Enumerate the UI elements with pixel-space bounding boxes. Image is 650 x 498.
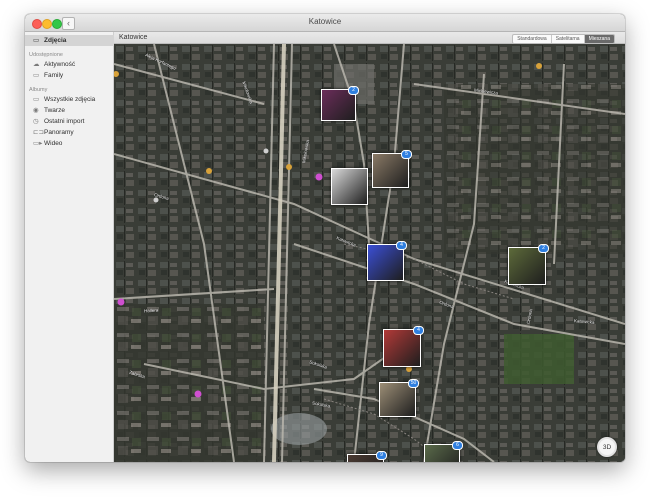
map-mode-satellite[interactable]: Satelitarna xyxy=(550,35,584,43)
sidebar-item-last-import[interactable]: ◷ Ostatni import xyxy=(33,116,84,127)
photo-pin[interactable]: 9 xyxy=(347,451,387,462)
sidebar-item-label: Family xyxy=(44,72,64,79)
photo-pin[interactable] xyxy=(331,168,368,205)
photo-count-badge: 2 xyxy=(348,86,359,95)
sidebar-item-label: Panoramy xyxy=(44,129,74,136)
sidebar-item-panoramas[interactable]: ⊏⊐Panoramy xyxy=(33,127,74,138)
photos-icon: ▭ xyxy=(33,37,40,44)
photo-pin[interactable]: 4 xyxy=(383,326,424,367)
sidebar-item-activity[interactable]: ☁ Aktywność xyxy=(33,59,75,70)
clock-icon: ◷ xyxy=(33,118,39,125)
photo-pin[interactable]: 50 xyxy=(379,379,419,417)
panorama-icon: ⊏⊐ xyxy=(33,129,44,136)
3d-compass-button[interactable]: 3D xyxy=(597,437,617,457)
map-mode-hybrid[interactable]: Mieszana xyxy=(583,35,614,43)
map-toolbar: Katowice Standardowa Satelitarna Mieszan… xyxy=(114,32,625,44)
urban-area xyxy=(114,304,264,462)
sidebar-item-label: Twarze xyxy=(44,107,65,114)
photo-pin[interactable]: 5 xyxy=(372,150,412,188)
photo-count-badge: 50 xyxy=(408,379,419,388)
photo-pin[interactable]: 2 xyxy=(508,244,549,285)
sidebar-item-label: Ostatni import xyxy=(44,118,85,125)
photo-count-badge: 2 xyxy=(538,244,549,253)
photo-pin[interactable]: 4 xyxy=(367,241,407,281)
albums-section-header: Albumy xyxy=(29,87,48,93)
photo-pin[interactable]: 2 xyxy=(321,86,359,121)
photo-count-badge: 5 xyxy=(401,150,412,159)
cloud-icon: ☁ xyxy=(33,61,40,68)
sidebar-item-label: Zdjęcia xyxy=(44,37,67,44)
map-title: Katowice xyxy=(119,34,148,41)
album-icon: ▭ xyxy=(33,96,40,103)
sidebar: ▭ Zdjęcia Udostępnione ☁ Aktywność ▭ Family… xyxy=(25,32,114,462)
shared-album-icon: ▭ xyxy=(33,72,40,79)
photo-count-badge: 4 xyxy=(396,241,407,250)
sidebar-item-photos[interactable]: ▭ Zdjęcia xyxy=(33,35,66,46)
sidebar-item-faces[interactable]: ◉ Twarze xyxy=(33,105,65,116)
map-mode-standard[interactable]: Standardowa xyxy=(513,35,550,43)
photo-count-badge: 6 xyxy=(452,441,463,450)
photo-count-badge: 4 xyxy=(413,326,424,335)
sports-field xyxy=(504,334,574,384)
sidebar-item-videos[interactable]: ▭▸ Wideo xyxy=(33,138,62,149)
sidebar-item-label: Aktywność xyxy=(44,61,76,68)
photos-window: ‹ Katowice ▭ Zdjęcia Udostępnione ☁ Aktywn… xyxy=(25,14,625,462)
window-title: Katowice xyxy=(308,17,342,26)
sidebar-item-family[interactable]: ▭ Family xyxy=(33,70,63,81)
shared-section-header: Udostępnione xyxy=(29,52,63,58)
title-bar: ‹ Katowice xyxy=(25,14,625,32)
face-icon: ◉ xyxy=(33,107,39,114)
photo-count-badge: 9 xyxy=(376,451,387,460)
street-label: Hallera xyxy=(143,307,159,314)
video-icon: ▭▸ xyxy=(33,140,43,147)
sidebar-item-label: Wszystkie zdjęcia xyxy=(44,96,96,103)
map-mode-control: Standardowa Satelitarna Mieszana xyxy=(512,34,615,44)
sidebar-item-label: Wideo xyxy=(44,140,63,147)
building-roof xyxy=(271,413,327,445)
sidebar-item-all-photos[interactable]: ▭ Wszystkie zdjęcia xyxy=(33,94,95,105)
photo-pin[interactable]: 6 xyxy=(424,441,463,462)
satellite-map[interactable]: Aleja Korfantego Mikołowska Mikołowska O… xyxy=(114,44,625,462)
